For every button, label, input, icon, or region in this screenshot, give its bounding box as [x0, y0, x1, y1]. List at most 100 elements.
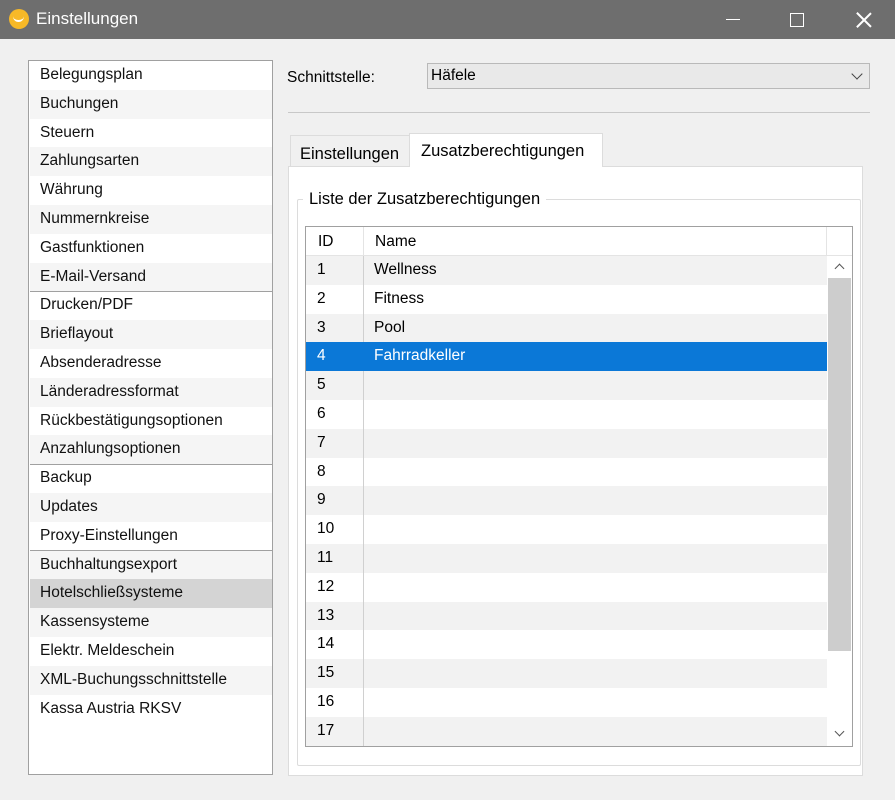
column-header-name[interactable]: Name [364, 227, 827, 256]
maximize-icon [790, 12, 804, 27]
sidebar-item[interactable]: Brieflayout [30, 320, 272, 349]
minimize-icon [726, 18, 740, 21]
sidebar-item[interactable]: Steuern [30, 119, 272, 148]
cell-name[interactable] [364, 486, 827, 515]
cell-id[interactable]: 6 [306, 400, 364, 429]
cell-id[interactable]: 14 [306, 630, 364, 660]
table-row[interactable]: 13 [306, 601, 827, 631]
cell-name[interactable]: Wellness [364, 256, 827, 285]
column-header-filler [827, 227, 852, 256]
cell-id[interactable]: 7 [306, 428, 364, 458]
sidebar-item[interactable]: Elektr. Meldeschein [30, 637, 272, 666]
sidebar-item[interactable]: Länderadressformat [30, 377, 272, 407]
cell-id[interactable]: 5 [306, 371, 364, 400]
cell-name[interactable] [364, 371, 827, 400]
permissions-table[interactable]: ID Name 1 Wellness 2 Fitness 3 Pool 4 Fahrradke… [305, 226, 853, 747]
cell-id[interactable]: 12 [306, 572, 364, 602]
table-row[interactable]: 11 [306, 544, 827, 573]
table-row[interactable]: 4 Fahrradkeller [306, 342, 827, 372]
cell-id[interactable]: 13 [306, 601, 364, 631]
cell-name[interactable] [364, 602, 827, 631]
cell-id[interactable]: 8 [306, 457, 364, 487]
sidebar-item[interactable]: Kassa Austria RKSV [30, 695, 272, 724]
table-row[interactable]: 9 [306, 486, 827, 516]
schnittstelle-value: Häfele [431, 67, 476, 84]
close-icon [856, 12, 872, 28]
scroll-down-icon[interactable] [827, 724, 852, 746]
tab-einstellungen[interactable]: Einstellungen [290, 135, 409, 167]
table-row[interactable]: 8 [306, 457, 827, 487]
sidebar-item[interactable]: Gastfunktionen [30, 234, 272, 263]
cell-id[interactable]: 17 [306, 716, 364, 746]
sidebar-item[interactable]: XML-Buchungsschnittstelle [30, 665, 272, 695]
sidebar-item[interactable]: Buchungen [30, 89, 272, 119]
chevron-down-icon [851, 68, 863, 80]
sidebar-group-separator [30, 463, 272, 465]
sidebar-item[interactable]: Kassensysteme [30, 608, 272, 637]
column-header-id[interactable]: ID [306, 227, 364, 256]
cell-name[interactable] [364, 717, 827, 746]
cell-id[interactable]: 4 [306, 342, 364, 372]
cell-id[interactable]: 9 [306, 486, 364, 516]
window-title: Einstellungen [36, 9, 139, 28]
divider [288, 112, 870, 113]
scrollbar-thumb[interactable] [828, 278, 851, 651]
sidebar-item[interactable]: Währung [30, 176, 272, 205]
cell-name[interactable] [364, 544, 827, 573]
close-button[interactable] [841, 0, 887, 39]
cell-name[interactable]: Fitness [364, 285, 827, 314]
sidebar-group-separator [30, 290, 272, 292]
table-row[interactable]: 6 [306, 400, 827, 429]
cell-name[interactable]: Pool [364, 314, 827, 343]
table-row[interactable]: 15 [306, 659, 827, 688]
schnittstelle-dropdown[interactable]: Häfele [427, 63, 870, 89]
sidebar-item[interactable]: Belegungsplan [30, 61, 272, 90]
minimize-button[interactable] [710, 0, 756, 39]
cell-id[interactable]: 16 [306, 688, 364, 717]
table-row[interactable]: 16 [306, 688, 827, 717]
sidebar-item[interactable]: Backup [30, 464, 272, 493]
sidebar-item[interactable]: Absenderadresse [30, 349, 272, 378]
cell-name[interactable] [364, 573, 827, 602]
settings-category-list[interactable]: Belegungsplan Buchungen Steuern Zahlungsart… [28, 60, 273, 775]
tab-zusatzberechtigungen[interactable]: Zusatzberechtigungen [409, 133, 603, 167]
cell-name[interactable] [364, 659, 827, 688]
cell-name[interactable]: Fahrradkeller [364, 342, 827, 371]
table-row[interactable]: 5 [306, 371, 827, 400]
sidebar-item[interactable]: Drucken/PDF [30, 291, 272, 320]
cell-id[interactable]: 15 [306, 659, 364, 688]
cell-id[interactable]: 11 [306, 544, 364, 573]
cell-name[interactable] [364, 429, 827, 458]
cell-id[interactable]: 1 [306, 256, 364, 285]
cell-id[interactable]: 2 [306, 284, 364, 314]
title-bar: Einstellungen [0, 0, 895, 39]
sidebar-item[interactable]: Buchhaltungsexport [30, 550, 272, 580]
cell-id[interactable]: 10 [306, 515, 364, 544]
sidebar-item[interactable]: Zahlungsarten [30, 147, 272, 177]
sidebar-item[interactable]: Proxy-Einstellungen [30, 522, 272, 551]
cell-id[interactable]: 3 [306, 313, 364, 343]
table-row[interactable]: 10 [306, 515, 827, 544]
cell-name[interactable] [364, 458, 827, 487]
cell-name[interactable] [364, 688, 827, 717]
sidebar-item[interactable]: Nummernkreise [30, 205, 272, 234]
scroll-up-icon[interactable] [827, 256, 852, 278]
sidebar-item[interactable]: Anzahlungsoptionen [30, 435, 272, 465]
table-row[interactable]: 12 [306, 572, 827, 602]
table-row[interactable]: 7 [306, 428, 827, 458]
groupbox-title: Liste der Zusatzberechtigungen [303, 190, 547, 209]
table-row[interactable]: 17 [306, 716, 827, 746]
table-row[interactable]: 2 Fitness [306, 284, 827, 314]
cell-name[interactable] [364, 515, 827, 544]
sidebar-item[interactable]: E-Mail-Versand [30, 262, 272, 292]
maximize-button[interactable] [774, 0, 820, 39]
vertical-scrollbar[interactable] [827, 256, 852, 746]
cell-name[interactable] [364, 400, 827, 429]
table-row[interactable]: 14 [306, 630, 827, 660]
table-row[interactable]: 3 Pool [306, 313, 827, 343]
table-row[interactable]: 1 Wellness [306, 256, 827, 285]
cell-name[interactable] [364, 630, 827, 659]
sidebar-item[interactable]: Rückbestätigungsoptionen [30, 407, 272, 436]
sidebar-item[interactable]: Hotelschließsysteme [30, 579, 272, 609]
sidebar-item[interactable]: Updates [30, 493, 272, 522]
